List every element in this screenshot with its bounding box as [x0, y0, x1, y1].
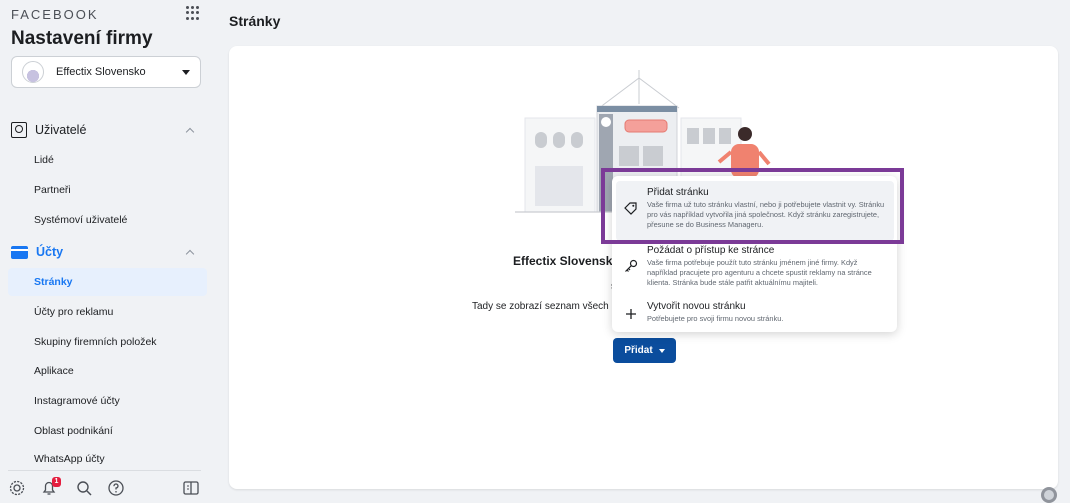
business-avatar [22, 61, 44, 83]
sidebar-item-ad-accounts[interactable]: Účty pro reklamu [8, 298, 207, 326]
help-icon[interactable] [107, 479, 125, 497]
section-accounts[interactable]: Účty [11, 240, 207, 264]
sidebar-item-pages[interactable]: Stránky [8, 268, 207, 296]
add-dropdown-menu: Přidat stránku Vaše firma už tuto stránk… [612, 176, 897, 332]
menu-item-title: Požádat o přístup ke stránce [647, 245, 775, 256]
business-selector[interactable]: Effectix Slovensko [11, 56, 201, 88]
tag-icon [624, 202, 637, 215]
add-button-label: Přidat [624, 345, 653, 356]
chevron-up-icon [185, 249, 195, 259]
sidebar: FACEBOOK Nastavení firmy Effectix Sloven… [0, 0, 214, 503]
menu-item-add-page[interactable]: Přidat stránku Vaše firma už tuto stránk… [616, 181, 894, 241]
sidebar-item-whatsapp[interactable]: WhatsApp účty [8, 446, 207, 466]
notification-badge: 1 [52, 477, 61, 487]
users-icon [11, 122, 27, 138]
menu-item-title: Přidat stránku [647, 187, 709, 198]
sidebar-item-asset-groups[interactable]: Skupiny firemních položek [8, 328, 207, 356]
section-users[interactable]: Uživatelé [11, 118, 207, 142]
add-button[interactable]: Přidat [613, 338, 676, 363]
sidebar-divider [8, 470, 201, 471]
empty-state-description: Tady se zobrazí seznam všech F [472, 301, 618, 312]
apps-grid-icon[interactable] [186, 6, 200, 20]
sidebar-item-instagram[interactable]: Instagramové účty [8, 387, 207, 415]
section-accounts-label: Účty [36, 245, 64, 259]
section-users-label: Uživatelé [35, 123, 87, 137]
gear-icon[interactable] [8, 479, 26, 497]
menu-item-desc: Vaše firma už tuto stránku vlastní, nebo… [647, 200, 885, 229]
sidebar-item-business-area[interactable]: Oblast podnikání [8, 417, 207, 445]
key-icon [625, 259, 638, 272]
globe-icon[interactable] [1041, 487, 1057, 503]
sidebar-footer: 1 [0, 474, 214, 502]
menu-item-desc: Potřebujete pro svoji firmu novou stránk… [647, 314, 784, 323]
sidebar-item-partners[interactable]: Partneři [8, 176, 207, 204]
brand-logo: FACEBOOK [11, 7, 99, 22]
sidebar-item-apps[interactable]: Aplikace [8, 357, 207, 385]
sidebar-item-people[interactable]: Lidé [8, 146, 207, 174]
business-name: Effectix Slovensko [56, 66, 146, 78]
caret-down-icon [182, 69, 190, 75]
menu-item-title: Vytvořit novou stránku [647, 301, 746, 312]
panel-toggle-icon[interactable] [182, 479, 200, 497]
menu-item-request-access[interactable]: Požádat o přístup ke stránce Vaše firma … [616, 239, 894, 295]
menu-item-desc: Vaše firma potřebuje použít tuto stránku… [647, 258, 872, 287]
menu-item-create-page[interactable]: Vytvořit novou stránku Potřebujete pro s… [616, 295, 894, 329]
empty-state-title: Effectix Slovensk [513, 254, 613, 268]
accounts-icon [11, 245, 28, 259]
caret-down-icon [658, 348, 665, 353]
sidebar-item-system-users[interactable]: Systémoví uživatelé [8, 206, 207, 234]
search-icon[interactable] [75, 479, 93, 497]
plus-icon [626, 309, 636, 319]
page-title: Stránky [229, 13, 281, 29]
sidebar-title: Nastavení firmy [11, 28, 153, 49]
chevron-up-icon [185, 127, 195, 137]
